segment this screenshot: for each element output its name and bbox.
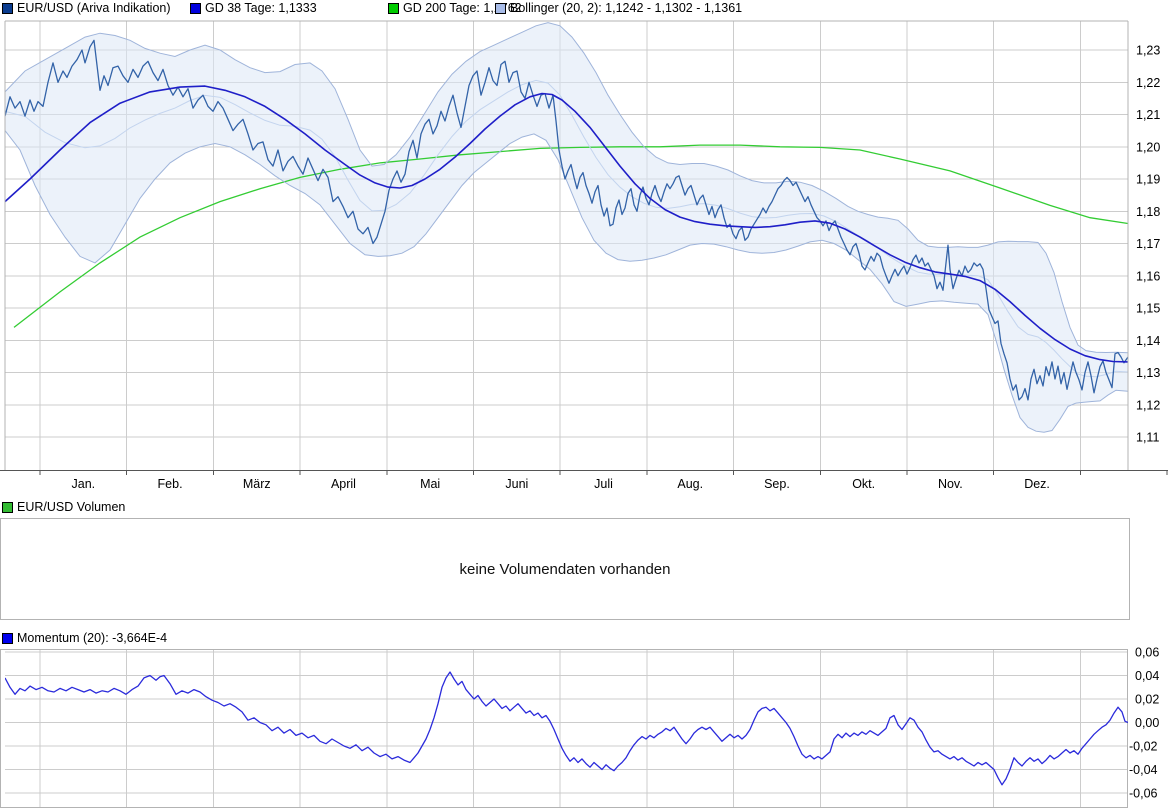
y-axis-label: -0,06 bbox=[1129, 787, 1158, 801]
price-chart-panel: Jan. Feb. März April Mai Juni Juli Aug. Sep. Okt.… bbox=[0, 0, 1175, 494]
x-axis-label: Dez. bbox=[1024, 477, 1050, 491]
y-axis-label: 1,22 bbox=[1136, 76, 1160, 90]
series-group bbox=[5, 672, 1128, 785]
y-axis-label: 1,14 bbox=[1136, 334, 1160, 348]
x-axis-label: Jan. bbox=[72, 477, 96, 491]
x-axis-label: Sep. bbox=[764, 477, 790, 491]
y-axis-label: 1,18 bbox=[1136, 205, 1160, 219]
y-axis-label: -0,02 bbox=[1129, 740, 1158, 754]
y-axis-label: 0,06 bbox=[1135, 646, 1159, 660]
y-axis-label: 1,15 bbox=[1136, 302, 1160, 316]
momentum-line bbox=[5, 672, 1128, 785]
x-axis-label: Nov. bbox=[938, 477, 963, 491]
x-axis-label: Mai bbox=[420, 477, 440, 491]
eurusd-chart-page: { "main_legend": { "items": [ {"label": … bbox=[0, 0, 1175, 812]
momentum-panel-border bbox=[1, 650, 1128, 808]
momentum-swatch-icon bbox=[2, 633, 13, 644]
momentum-legend: Momentum (20): -3,664E-4 bbox=[2, 631, 167, 645]
y-axis-label: 1,23 bbox=[1136, 44, 1160, 58]
y-axis-label: 1,16 bbox=[1136, 269, 1160, 283]
series-group bbox=[5, 23, 1128, 433]
y-axis-label: 1,20 bbox=[1136, 140, 1160, 154]
bollinger-band-fill bbox=[5, 23, 1128, 433]
x-axis-label: Feb. bbox=[158, 477, 183, 491]
no-volume-message: keine Volumendaten vorhanden bbox=[460, 561, 671, 578]
y-axis-label: 0,00 bbox=[1135, 716, 1159, 730]
x-axis-label: Okt. bbox=[852, 477, 875, 491]
y-axis-label: -0,04 bbox=[1129, 763, 1158, 777]
momentum-legend-label: Momentum (20): -3,664E-4 bbox=[17, 631, 167, 645]
y-axis-label: 0,02 bbox=[1135, 693, 1159, 707]
y-axis-label: 1,12 bbox=[1136, 398, 1160, 412]
y-axis-label: 0,04 bbox=[1135, 669, 1159, 683]
y-axis-label: 1,11 bbox=[1136, 431, 1159, 445]
volume-legend: EUR/USD Volumen bbox=[2, 500, 125, 514]
x-axis-label: Aug. bbox=[677, 477, 703, 491]
volume-panel: keine Volumendaten vorhanden bbox=[0, 518, 1130, 620]
y-axis-label: 1,21 bbox=[1136, 108, 1160, 122]
x-axis-label: Juni bbox=[505, 477, 528, 491]
y-axis-label: 1,13 bbox=[1136, 366, 1160, 380]
x-axis-label: März bbox=[243, 477, 271, 491]
x-axis-label: April bbox=[331, 477, 356, 491]
volume-legend-label: EUR/USD Volumen bbox=[17, 500, 125, 514]
y-axis-label: 1,19 bbox=[1136, 173, 1160, 187]
x-axis-label: Juli bbox=[594, 477, 613, 491]
y-axis-label: 1,17 bbox=[1136, 237, 1160, 251]
momentum-chart-panel: 0,06 0,04 0,02 0,00 -0,02 -0,04 -0,06 bbox=[0, 645, 1175, 812]
volume-swatch-icon bbox=[2, 502, 13, 513]
